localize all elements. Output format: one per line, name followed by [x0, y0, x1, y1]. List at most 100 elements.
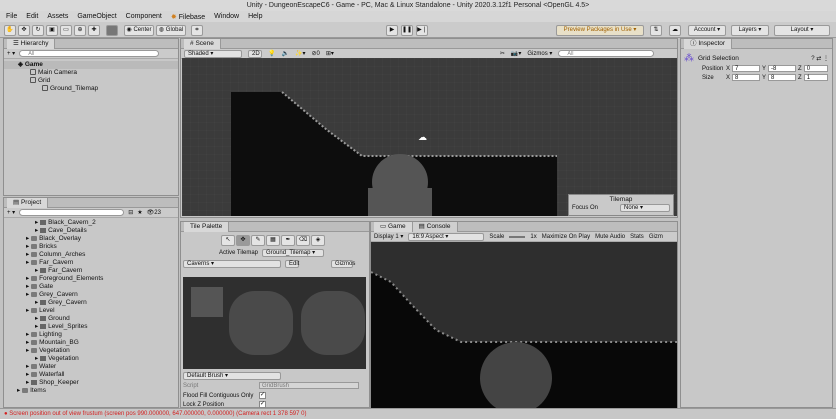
menu-gameobject[interactable]: GameObject — [77, 13, 116, 20]
paint-brush-icon[interactable]: ✎ — [251, 235, 265, 246]
effects-icon[interactable]: ✨▾ — [295, 50, 305, 57]
audio-icon[interactable]: 🔈 — [281, 50, 288, 57]
project-item[interactable]: ▸ Lighting — [4, 331, 178, 339]
project-item[interactable]: ▸ Black_Cavern_2 — [4, 219, 178, 227]
position-y-field[interactable]: -8 — [768, 65, 797, 72]
project-item[interactable]: ▸ Level_Sprites — [4, 323, 178, 331]
project-item[interactable]: ▸ Vegetation — [4, 355, 178, 363]
menu-help[interactable]: Help — [248, 13, 262, 20]
project-item[interactable]: ▸ Ground — [4, 315, 178, 323]
2d-toggle[interactable]: 2D — [248, 49, 262, 58]
gizmos-dropdown[interactable]: Gizmos ▾ — [527, 50, 552, 57]
project-item[interactable]: ▸ Column_Arches — [4, 251, 178, 259]
game-view[interactable] — [371, 242, 677, 408]
create-asset-button[interactable]: + ▾ — [7, 209, 15, 216]
project-item[interactable]: ▸ Foreground_Elements — [4, 275, 178, 283]
cloud-icon[interactable]: ☁ — [669, 25, 681, 36]
preview-packages-button[interactable]: Preview Packages in Use ▾ — [556, 25, 644, 36]
hierarchy-item-grid[interactable]: Grid — [4, 77, 178, 85]
focus-on-dropdown[interactable]: None ▾ — [620, 204, 671, 212]
status-bar[interactable]: ● Screen position out of view frustum (s… — [0, 408, 836, 419]
collab-icon[interactable]: ⇅ — [650, 25, 662, 36]
edit-palette-button[interactable]: Edit — [285, 260, 299, 268]
visibility-icon[interactable]: ⊘0 — [311, 50, 319, 57]
stats-toggle[interactable]: Stats — [630, 234, 644, 240]
pause-button[interactable]: ❚❚ — [401, 25, 413, 36]
hierarchy-item-game[interactable]: ◈ Game — [4, 61, 178, 69]
project-item[interactable]: ▸ Waterfall — [4, 371, 178, 379]
project-item[interactable]: ▸ Vegetation — [4, 347, 178, 355]
menu-filebase[interactable]: ✸ Filebase — [171, 13, 205, 21]
add-object-button[interactable]: + ▾ — [7, 50, 15, 57]
transform-tool-icon[interactable]: ⊕ — [74, 25, 86, 36]
hierarchy-item-main-camera[interactable]: Main Camera — [4, 69, 178, 77]
pivot-center-button[interactable]: ◉ Center — [124, 25, 154, 36]
flood-fill-checkbox[interactable]: ✓ — [259, 392, 266, 399]
maximize-toggle[interactable]: Maximize On Play — [542, 234, 590, 240]
star-icon[interactable]: ★ — [137, 209, 142, 216]
project-item[interactable]: ▸ Level — [4, 307, 178, 315]
project-item[interactable]: ▸ Items — [4, 387, 178, 395]
rect-tool-icon[interactable]: ▭ — [60, 25, 72, 36]
play-button[interactable]: ▶ — [386, 25, 398, 36]
box-fill-icon[interactable]: ▦ — [266, 235, 280, 246]
tab-hierarchy[interactable]: ☰ Hierarchy — [7, 38, 56, 49]
lighting-icon[interactable]: 💡 — [268, 50, 275, 57]
snap-icon[interactable]: ⌗ — [191, 25, 203, 36]
project-search-input[interactable] — [19, 209, 125, 216]
mute-toggle[interactable]: Mute Audio — [595, 234, 625, 240]
active-tilemap-dropdown[interactable]: Ground_Tilemap ▾ — [262, 249, 325, 257]
custom-tool-icon[interactable]: ✚ — [88, 25, 100, 36]
size-y-field[interactable]: 8 — [768, 74, 797, 81]
tab-game[interactable]: ▭ Game — [374, 221, 413, 232]
project-item[interactable]: ▸ Far_Cavern — [4, 267, 178, 275]
project-item[interactable]: ▸ Grey_Cavern — [4, 291, 178, 299]
tab-project[interactable]: ▤ Project — [7, 197, 49, 208]
global-button[interactable]: ◍ Global — [156, 25, 186, 36]
account-dropdown[interactable]: Account ▾ — [688, 25, 726, 36]
position-z-field[interactable]: 0 — [803, 65, 828, 72]
palette-tile[interactable] — [301, 291, 365, 355]
select-tool-icon[interactable]: ↖ — [221, 235, 235, 246]
hand-tool-icon[interactable]: ✋ — [4, 25, 16, 36]
hierarchy-item-ground-tilemap[interactable]: Ground_Tilemap — [4, 85, 178, 93]
menu-edit[interactable]: Edit — [26, 13, 38, 20]
scale-tool-icon[interactable]: ▣ — [46, 25, 58, 36]
project-item[interactable]: ▸ Grey_Cavern — [4, 299, 178, 307]
eraser-icon[interactable]: ⌫ — [296, 235, 310, 246]
brush-dropdown[interactable]: Default Brush ▾ — [183, 372, 281, 380]
size-x-field[interactable]: 8 — [732, 74, 761, 81]
move-tool-icon[interactable]: ✥ — [18, 25, 30, 36]
palette-grid[interactable] — [183, 277, 366, 369]
game-gizmos-toggle[interactable]: Gizm — [649, 234, 663, 240]
tab-scene[interactable]: # Scene — [184, 38, 221, 49]
shading-dropdown[interactable]: Shaded ▾ — [184, 49, 242, 58]
camera-icon[interactable]: 📷▾ — [511, 50, 521, 57]
lock-z-checkbox[interactable]: ✓ — [259, 401, 266, 408]
layout-dropdown[interactable]: Layout ▾ — [774, 25, 830, 36]
project-item[interactable]: ▸ Cave_Details — [4, 227, 178, 235]
project-item[interactable]: ▸ Far_Cavern — [4, 259, 178, 267]
menu-file[interactable]: File — [6, 13, 17, 20]
aspect-dropdown[interactable]: 16:9 Aspect ▾ — [408, 232, 485, 241]
grid-icon[interactable]: ⊞▾ — [326, 50, 334, 57]
tab-console[interactable]: ▤ Console — [412, 221, 458, 232]
display-dropdown[interactable]: Display 1 ▾ — [374, 233, 403, 240]
scene-search-input[interactable]: All — [558, 50, 655, 57]
scene-view[interactable]: ☁ — [182, 58, 677, 216]
project-item[interactable]: ▸ Gate — [4, 283, 178, 291]
palette-dropdown[interactable]: Caverns ▾ — [183, 260, 281, 268]
tab-tile-palette[interactable]: Tile Palette — [184, 221, 230, 232]
scale-slider[interactable] — [509, 235, 526, 238]
rotate-tool-icon[interactable]: ↻ — [32, 25, 44, 36]
flood-fill-icon[interactable]: ◈ — [311, 235, 325, 246]
size-z-field[interactable]: 1 — [803, 74, 828, 81]
step-button[interactable]: ▶❘ — [416, 25, 428, 36]
project-item[interactable]: ▸ Shop_Keeper — [4, 379, 178, 387]
picker-icon[interactable]: ✒ — [281, 235, 295, 246]
move-selection-icon[interactable]: ✥ — [236, 235, 250, 246]
menu-window[interactable]: Window — [214, 13, 239, 20]
project-item[interactable]: ▸ Black_Overlay — [4, 235, 178, 243]
tab-inspector[interactable]: ⓘ Inspector — [684, 38, 733, 49]
help-icon[interactable]: ? ⇄ ⋮ — [811, 55, 829, 62]
